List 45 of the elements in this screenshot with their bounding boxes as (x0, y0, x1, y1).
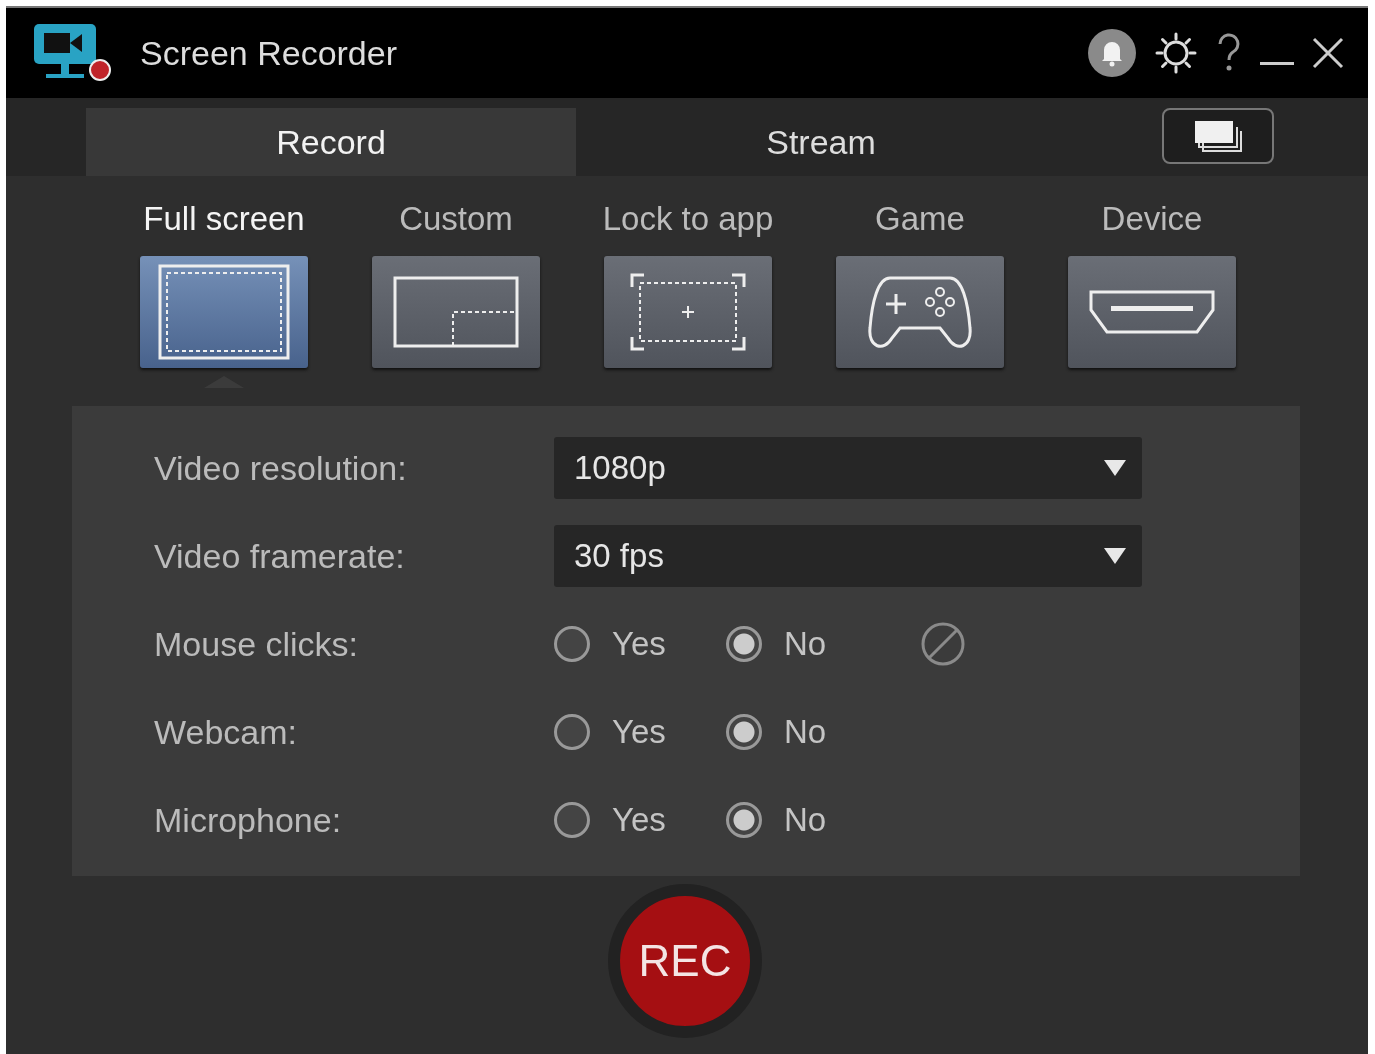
option-label: Yes (612, 625, 666, 663)
mode-label: Full screen (143, 200, 305, 238)
stacked-windows-icon (1193, 119, 1243, 153)
mode-label: Device (1101, 200, 1203, 238)
setting-label: Webcam: (154, 712, 298, 752)
mode-label: Game (875, 200, 965, 238)
capture-mode-button[interactable] (372, 256, 540, 368)
option-label: Yes (612, 801, 666, 839)
radio-button[interactable] (726, 714, 762, 750)
mode-label: Lock to app (602, 200, 774, 238)
dropdown[interactable]: 1080p (554, 437, 1142, 499)
caret-icon (1104, 548, 1126, 564)
radio-button[interactable] (554, 626, 590, 662)
option-label: No (784, 625, 827, 663)
capture-mode-button[interactable] (604, 256, 772, 368)
close-icon[interactable] (1312, 37, 1344, 69)
capture-mode-button[interactable] (1068, 256, 1236, 368)
setting-label: Microphone: (154, 800, 343, 840)
custom-region-icon (393, 276, 519, 348)
full-screen-icon (158, 264, 290, 360)
prohibited-icon (920, 621, 966, 667)
setting-label: Video framerate: (154, 536, 406, 576)
window-mode-button[interactable] (1162, 108, 1274, 164)
setting-label: Video resolution: (154, 448, 408, 488)
app-region-icon (630, 273, 746, 351)
notification-bell-icon[interactable] (1088, 29, 1136, 77)
hdmi-port-icon (1089, 290, 1215, 334)
record-button[interactable]: REC (608, 884, 762, 1038)
capture-mode-button[interactable] (836, 256, 1004, 368)
minimize-icon[interactable] (1260, 62, 1294, 68)
tab[interactable]: Record (86, 108, 576, 176)
radio-button[interactable] (726, 626, 762, 662)
option-label: No (784, 801, 827, 839)
mode-label: Custom (399, 200, 513, 238)
settings-icon[interactable] (1154, 31, 1198, 75)
radio-button[interactable] (726, 802, 762, 838)
capture-mode-button[interactable] (140, 256, 308, 368)
setting-label: Mouse clicks: (154, 624, 360, 664)
radio-button[interactable] (554, 714, 590, 750)
radio-button[interactable] (554, 802, 590, 838)
option-label: No (784, 713, 827, 751)
dropdown[interactable]: 30 fps (554, 525, 1142, 587)
window-title: Screen Recorder (140, 33, 397, 73)
caret-icon (1104, 460, 1126, 476)
option-label: Yes (612, 713, 666, 751)
